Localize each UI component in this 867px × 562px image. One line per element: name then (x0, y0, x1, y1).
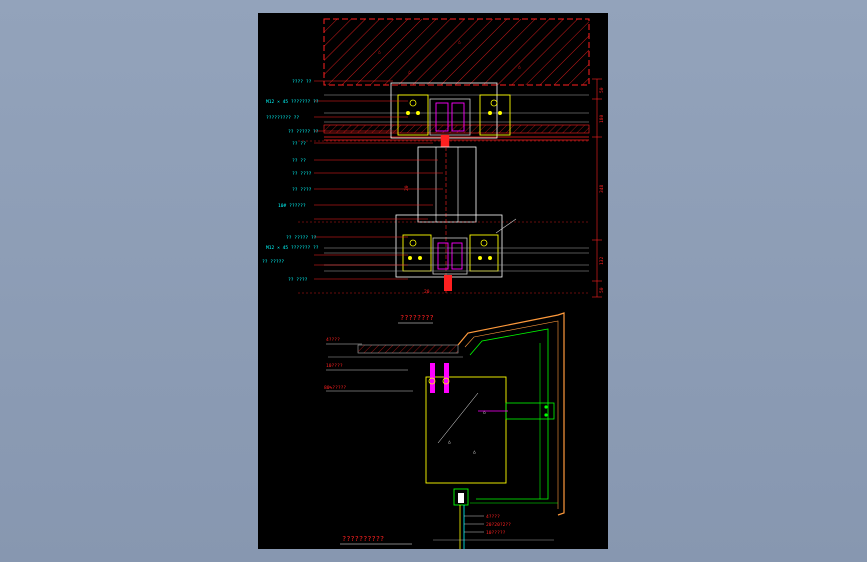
svg-text:△: △ (518, 65, 521, 70)
detail-label: 4???? (486, 514, 500, 520)
detail-label: 4???? (326, 337, 340, 343)
top-labels: ???? ?? M12 × 45 ??????? ?? ????????? ??… (262, 79, 319, 283)
dimension-texts: 50 180 348 132 50 (599, 87, 605, 293)
lower-detail: △ △ △ (326, 312, 565, 549)
leader-lines (314, 80, 443, 280)
bottom-left-labels: 4???? 10???? 80%????? (324, 337, 346, 391)
detail-label: 80%????? (324, 385, 346, 391)
dimension-text: 348 (599, 184, 605, 193)
top-label: M12 × 45 ??????? ?? (266, 99, 319, 105)
concrete-slab: △ △ △ △ (323, 18, 590, 86)
cad-drawing: △ △ △ △ △ △ △ ???? ?? M12 × 45 ??????? ?… (262, 18, 605, 549)
lower-bracket (324, 214, 589, 291)
top-label: 10# ?????? (278, 203, 306, 209)
bottom-right-labels: 4???? 20?20?2?? 10????? (486, 514, 511, 536)
drawing-title: ?????????? (342, 535, 384, 543)
drawing-sheet: △ △ △ △ △ △ △ ???? ?? M12 × 45 ??????? ?… (258, 13, 608, 549)
dimension-text: 50 (599, 87, 605, 93)
top-label: M12 × 45 ??????? ?? (266, 245, 319, 251)
detail-label: 10????? (486, 530, 506, 536)
mark-text: 20 (424, 289, 430, 295)
dimension-text: 132 (599, 256, 605, 265)
top-label: ?? ???? (288, 277, 308, 283)
top-label: ?? ?? (292, 141, 306, 147)
detail-label: 20?20?2?? (486, 522, 511, 528)
top-label: ?? ???? (292, 187, 312, 193)
top-label: ?? ????? ?? (286, 235, 317, 241)
dimension-text: 50 (599, 287, 605, 293)
svg-text:△: △ (408, 70, 411, 75)
top-label: ?? ????? (262, 259, 284, 265)
mark-text: 20 (404, 185, 410, 191)
top-label: ?? ?? (292, 158, 306, 164)
top-label: ????????? ?? (266, 115, 299, 121)
svg-text:△: △ (378, 50, 381, 55)
dimension-text: 180 (599, 114, 605, 123)
vertical-marks: 20 20 (404, 185, 430, 295)
cad-viewport[interactable]: △ △ △ △ △ △ △ ???? ?? M12 × 45 ??????? ?… (0, 0, 867, 562)
top-label: ?? ???? (292, 171, 312, 177)
top-label: ???? ?? (292, 79, 312, 85)
detail-label: 10???? (326, 363, 343, 369)
svg-text:△: △ (458, 40, 461, 45)
svg-text:△: △ (448, 440, 451, 445)
cladding-bands (323, 94, 590, 141)
top-label: ?? ????? ?? (288, 129, 319, 135)
section-title: ???????? (400, 314, 434, 322)
svg-text:△: △ (473, 450, 476, 455)
mullion (298, 140, 588, 294)
